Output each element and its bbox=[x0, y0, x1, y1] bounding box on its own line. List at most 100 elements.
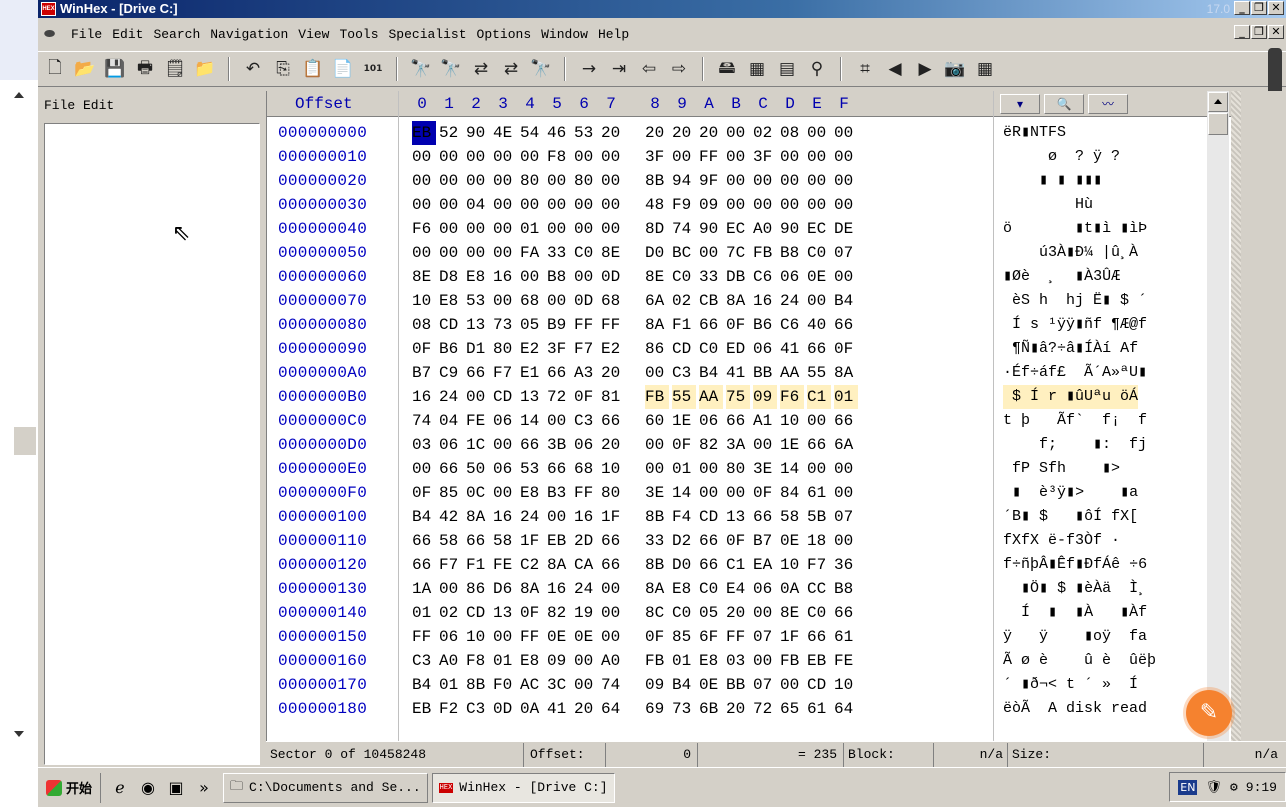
row-text[interactable]: ▮Øè ¸ ▮À3ÛÆ bbox=[1003, 265, 1120, 289]
hex-byte[interactable]: 33 bbox=[645, 529, 669, 553]
hex-byte[interactable]: 0F bbox=[520, 601, 544, 625]
maximize-button[interactable]: ❐ bbox=[1251, 1, 1267, 15]
hex-byte[interactable]: 07 bbox=[753, 625, 777, 649]
hex-byte[interactable]: 0C bbox=[466, 481, 490, 505]
hex-byte[interactable]: B8 bbox=[780, 241, 804, 265]
row-text[interactable]: Ã ø è û è ûëþ bbox=[1003, 649, 1156, 673]
hex-byte[interactable]: CC bbox=[807, 577, 831, 601]
hex-byte[interactable]: 65 bbox=[780, 697, 804, 721]
hex-byte[interactable]: 00 bbox=[645, 457, 669, 481]
hex-byte[interactable]: 0A bbox=[520, 697, 544, 721]
hex-byte[interactable]: 00 bbox=[574, 145, 598, 169]
row-text[interactable]: ÿ ÿ ▮oÿ fa bbox=[1003, 625, 1147, 649]
row-text[interactable]: ¶Ñ▮â?÷â▮ÍÀí Af bbox=[1003, 337, 1138, 361]
previous-icon[interactable]: ◀ bbox=[884, 58, 906, 80]
hex-byte[interactable]: 60 bbox=[645, 409, 669, 433]
hex-byte[interactable]: 66 bbox=[601, 529, 625, 553]
hex-byte[interactable]: FF bbox=[699, 145, 723, 169]
mdi-close-button[interactable]: ✕ bbox=[1268, 25, 1284, 39]
hex-byte[interactable]: 0F bbox=[412, 481, 436, 505]
hex-byte[interactable]: 00 bbox=[493, 241, 517, 265]
hex-byte[interactable]: 00 bbox=[699, 481, 723, 505]
hex-byte[interactable]: 02 bbox=[672, 289, 696, 313]
hex-byte[interactable]: F6 bbox=[412, 217, 436, 241]
menu-options[interactable]: Options bbox=[472, 27, 537, 42]
hex-row[interactable]: 000000180 EB F2 C3 0D 0A 41 20 64 69 73 6B 20 72 65 61 6… bbox=[267, 697, 1257, 721]
hex-byte[interactable]: 01 bbox=[672, 457, 696, 481]
hex-byte[interactable]: 00 bbox=[574, 673, 598, 697]
hex-byte[interactable]: F1 bbox=[672, 313, 696, 337]
hex-byte[interactable]: 00 bbox=[601, 625, 625, 649]
hex-byte[interactable]: B7 bbox=[412, 361, 436, 385]
hex-byte[interactable]: 48 bbox=[645, 193, 669, 217]
hex-byte[interactable]: 54 bbox=[520, 121, 544, 145]
floating-tool-button[interactable]: ✎ bbox=[1186, 690, 1232, 736]
hex-byte[interactable]: 20 bbox=[726, 697, 750, 721]
hex-byte[interactable]: 58 bbox=[439, 529, 463, 553]
hex-byte[interactable]: 42 bbox=[439, 505, 463, 529]
hex-byte[interactable]: 61 bbox=[834, 625, 858, 649]
hex-byte[interactable]: 00 bbox=[699, 241, 723, 265]
row-text[interactable]: ▮Ö▮ $ ▮èÀä Ì¸ bbox=[1003, 577, 1147, 601]
hex-byte[interactable]: 8B bbox=[466, 673, 490, 697]
hex-byte[interactable]: 01 bbox=[412, 601, 436, 625]
file-list[interactable] bbox=[44, 123, 260, 765]
hex-byte[interactable]: 8A bbox=[834, 361, 858, 385]
hex-byte[interactable]: 7C bbox=[726, 241, 750, 265]
hex-byte[interactable]: 00 bbox=[466, 217, 490, 241]
hex-row[interactable]: 000000040 F6 00 00 00 01 00 00 00 8D 74 90 EC A0 90 EC D… bbox=[267, 217, 1257, 241]
hex-byte[interactable]: 00 bbox=[780, 673, 804, 697]
hex-byte[interactable]: 1F bbox=[780, 625, 804, 649]
hex-byte[interactable]: 24 bbox=[780, 289, 804, 313]
hex-byte[interactable]: CD bbox=[807, 673, 831, 697]
hex-byte[interactable]: 0F bbox=[834, 337, 858, 361]
hex-byte[interactable]: 06 bbox=[780, 265, 804, 289]
hex-byte[interactable]: 00 bbox=[439, 241, 463, 265]
hex-byte[interactable]: 00 bbox=[547, 193, 571, 217]
menu-file[interactable]: File bbox=[66, 27, 107, 42]
hex-byte[interactable]: 09 bbox=[547, 649, 571, 673]
hex-byte[interactable]: 00 bbox=[780, 169, 804, 193]
save-icon[interactable]: 💾 bbox=[104, 58, 126, 80]
hex-byte[interactable]: 61 bbox=[807, 697, 831, 721]
hex-byte[interactable]: 00 bbox=[753, 193, 777, 217]
hex-byte[interactable]: 20 bbox=[601, 433, 625, 457]
hex-byte[interactable]: 00 bbox=[547, 409, 571, 433]
hex-byte[interactable]: 8A bbox=[466, 505, 490, 529]
hex-byte[interactable]: ED bbox=[726, 337, 750, 361]
hex-row[interactable]: 0000000C0 74 04 FE 06 14 00 C3 66 60 1E 06 66 A1 10 00 6… bbox=[267, 409, 1257, 433]
hex-byte[interactable]: F7 bbox=[493, 361, 517, 385]
hex-byte[interactable]: E2 bbox=[601, 337, 625, 361]
hex-byte[interactable]: FB bbox=[645, 649, 669, 673]
hex-byte[interactable]: C9 bbox=[439, 361, 463, 385]
hex-byte[interactable]: 55 bbox=[807, 361, 831, 385]
hex-byte[interactable]: 8C bbox=[645, 601, 669, 625]
hex-byte[interactable]: CA bbox=[574, 553, 598, 577]
hex-byte[interactable]: 00 bbox=[601, 145, 625, 169]
hex-byte[interactable]: 06 bbox=[493, 457, 517, 481]
hex-byte[interactable]: 01 bbox=[439, 673, 463, 697]
row-text[interactable]: fP Sfh ▮> bbox=[1003, 457, 1120, 481]
snapshot-icon[interactable]: 📷 bbox=[944, 58, 966, 80]
hex-byte[interactable]: 66 bbox=[807, 625, 831, 649]
hex-byte[interactable]: DB bbox=[726, 265, 750, 289]
hex-byte[interactable]: EB bbox=[412, 697, 436, 721]
hex-byte[interactable]: 94 bbox=[672, 169, 696, 193]
outer-scroll-up-icon[interactable] bbox=[14, 92, 24, 98]
hex-byte[interactable]: 0F bbox=[645, 625, 669, 649]
hex-byte[interactable]: C6 bbox=[780, 313, 804, 337]
hex-byte[interactable]: A0 bbox=[439, 649, 463, 673]
hex-byte[interactable]: 13 bbox=[493, 601, 517, 625]
task-winhex[interactable]: HEX WinHex - [Drive C:] bbox=[431, 772, 615, 803]
hex-byte[interactable]: 68 bbox=[574, 457, 598, 481]
media-icon[interactable]: ◉ bbox=[137, 777, 159, 799]
hex-byte[interactable]: 58 bbox=[780, 505, 804, 529]
hex-byte[interactable]: 13 bbox=[726, 505, 750, 529]
hex-byte[interactable]: 09 bbox=[645, 673, 669, 697]
hex-byte[interactable]: 00 bbox=[493, 289, 517, 313]
hex-byte[interactable]: 53 bbox=[574, 121, 598, 145]
hex-byte[interactable]: CD bbox=[493, 385, 517, 409]
hex-row[interactable]: 000000000 EB 52 90 4E 54 46 53 20 20 20 20 00 02 08 00 0… bbox=[267, 121, 1257, 145]
hex-byte[interactable]: 75 bbox=[726, 385, 750, 409]
hex-byte[interactable]: 52 bbox=[439, 121, 463, 145]
